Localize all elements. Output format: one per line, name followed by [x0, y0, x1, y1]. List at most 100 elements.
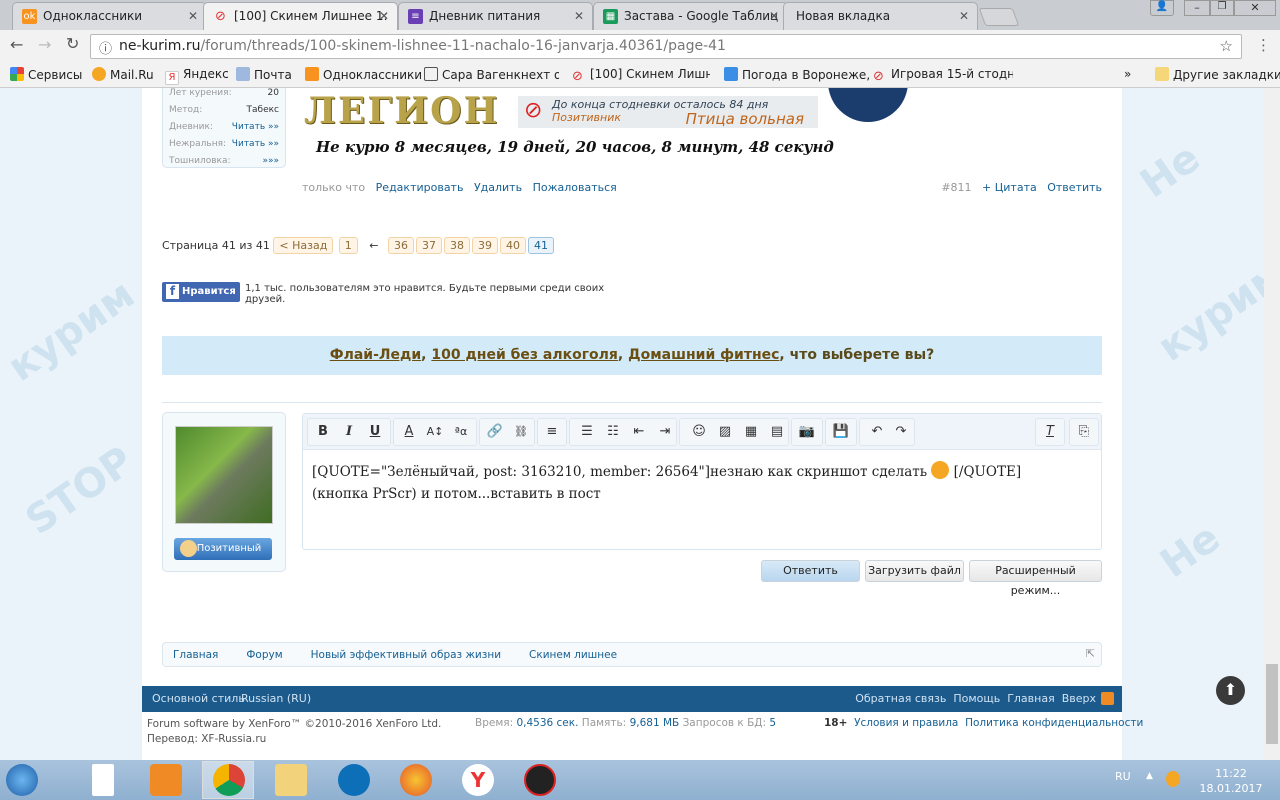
italic-icon[interactable]: I	[337, 420, 361, 444]
page-skip[interactable]: ←	[369, 239, 378, 252]
close-tab-icon[interactable]: ✕	[188, 9, 198, 23]
save-draft-icon[interactable]: 💾	[829, 420, 853, 444]
breadcrumb-forum[interactable]: Форум	[246, 649, 282, 661]
scrollbar-thumb[interactable]	[1266, 664, 1278, 744]
image-icon[interactable]: ▨	[713, 420, 737, 444]
language-chooser[interactable]: Russian (RU)	[241, 692, 311, 705]
bookmark-yandex[interactable]: Я Яндекс	[165, 67, 229, 85]
tab-dnevnik[interactable]: ≡ Дневник питания ✕	[398, 2, 593, 30]
scroll-to-top-button[interactable]: ⬆	[1216, 676, 1245, 705]
forward-icon[interactable]: →	[38, 35, 51, 54]
submit-reply-button[interactable]: Ответить	[761, 560, 860, 582]
avatar[interactable]	[175, 426, 273, 524]
clear-formatting-icon[interactable]: T	[1038, 420, 1062, 444]
terms-link[interactable]: Условия и правила	[854, 717, 958, 729]
toggle-bbcode-icon[interactable]: ⎘	[1072, 420, 1096, 444]
bookmark-odnoklassniki[interactable]: Одноклассники	[305, 67, 422, 82]
nezhralnya-link[interactable]: Читать »»	[232, 139, 279, 156]
help-link[interactable]: Помощь	[953, 692, 1000, 705]
promo-link-no-alcohol[interactable]: 100 дней без алкоголя	[431, 347, 618, 363]
media-icon[interactable]: ▦	[739, 420, 763, 444]
reply-link[interactable]: Ответить	[1047, 181, 1102, 194]
address-bar[interactable]: ⓘ ne-kurim.ru/forum/threads/100-skinem-l…	[90, 34, 1242, 59]
scrollbar[interactable]	[1264, 88, 1280, 760]
outdent-icon[interactable]: ⇤	[627, 420, 651, 444]
bookmark-mailru[interactable]: Mail.Ru	[92, 67, 154, 82]
numbered-list-icon[interactable]: ☷	[601, 420, 625, 444]
bookmark-sara[interactable]: Сара Вагенкнехт опя	[424, 67, 559, 82]
undo-icon[interactable]: ↶	[865, 420, 889, 444]
profile-icon[interactable]: 👤	[1150, 0, 1174, 16]
report-link[interactable]: Пожаловаться	[533, 181, 617, 194]
edit-link[interactable]: Редактировать	[376, 181, 464, 194]
bookmark-services[interactable]: Сервисы	[10, 67, 82, 82]
close-tab-icon[interactable]: ✕	[959, 9, 969, 23]
start-button[interactable]	[6, 764, 38, 796]
ccleaner-icon[interactable]	[338, 764, 370, 796]
other-bookmarks[interactable]: Другие закладки	[1155, 67, 1280, 82]
promo-link-fitness[interactable]: Домашний фитнес	[628, 347, 779, 363]
clock[interactable]: 11:22 18.01.2017	[1196, 766, 1266, 796]
spoiler-icon[interactable]: ▤	[765, 420, 789, 444]
explorer-icon[interactable]	[275, 764, 307, 796]
page-button[interactable]: 37	[416, 237, 443, 254]
tray-app-icon[interactable]	[1166, 771, 1180, 787]
bookmark-skinem[interactable]: ⊘ [100] Скинем Лишне	[572, 67, 710, 83]
indent-icon[interactable]: ⇥	[653, 420, 677, 444]
editor-textarea[interactable]: [QUOTE="Зелёныйчай, post: 3163210, membe…	[312, 461, 1092, 505]
star-icon[interactable]: ☆	[1220, 37, 1233, 55]
home-link[interactable]: Главная	[1007, 692, 1055, 705]
reload-icon[interactable]: ↻	[66, 34, 79, 53]
post-number[interactable]: #811	[941, 181, 971, 194]
new-tab-button[interactable]	[978, 8, 1020, 26]
page-button[interactable]: 36	[388, 237, 415, 254]
file-icon[interactable]	[92, 764, 114, 796]
close-window-button[interactable]: ✕	[1234, 0, 1276, 16]
promo-link-fly-lady[interactable]: Флай-Леди	[330, 347, 421, 363]
font-size-icon[interactable]: A↕	[423, 420, 447, 444]
page-button[interactable]: 39	[472, 237, 499, 254]
breadcrumb-category[interactable]: Новый эффективный образ жизни	[311, 649, 501, 661]
camera-icon[interactable]: 📷	[795, 420, 819, 444]
chrome-taskbar-active[interactable]	[202, 761, 254, 799]
facebook-like-button[interactable]: f Нравится	[162, 282, 240, 302]
quote-link[interactable]: + Цитата	[982, 181, 1037, 194]
breadcrumb-thread[interactable]: Скинем лишнее	[529, 649, 617, 661]
bullet-list-icon[interactable]: ☰	[575, 420, 599, 444]
upload-file-button[interactable]: Загрузить файл	[865, 560, 964, 582]
bookmark-igrovaya[interactable]: ⊘ Игровая 15-й стодне	[873, 67, 1013, 83]
underline-icon[interactable]: U	[363, 420, 387, 444]
smiley-icon[interactable]: ☺	[687, 420, 711, 444]
tray-expand-icon[interactable]: ▲	[1146, 771, 1153, 781]
media-player-icon[interactable]	[150, 764, 182, 796]
restore-button[interactable]: ❐	[1210, 0, 1234, 16]
diary-link[interactable]: Читать »»	[232, 122, 279, 139]
breadcrumb-home[interactable]: Главная	[173, 649, 218, 661]
link-icon[interactable]: 🔗	[483, 420, 507, 444]
jump-icon[interactable]: ⇱	[1086, 647, 1095, 660]
bookmark-weather[interactable]: Погода в Воронеже,	[724, 67, 870, 82]
unlink-icon[interactable]: ⛓	[509, 420, 533, 444]
page-1-button[interactable]: 1	[338, 237, 358, 254]
privacy-link[interactable]: Политика конфиденциальности	[965, 717, 1143, 729]
back-icon[interactable]: ←	[10, 35, 23, 54]
font-family-icon[interactable]: ªα	[449, 420, 473, 444]
close-tab-icon[interactable]: ✕	[574, 9, 584, 23]
text-color-icon[interactable]: A	[397, 420, 421, 444]
feedback-link[interactable]: Обратная связь	[855, 692, 946, 705]
rss-icon[interactable]	[1101, 692, 1114, 705]
language-indicator[interactable]: RU	[1115, 770, 1131, 783]
close-tab-icon[interactable]: ✕	[379, 9, 389, 23]
style-chooser[interactable]: Основной стиль	[152, 692, 245, 705]
toshnilovka-link[interactable]: »»»	[262, 156, 279, 173]
align-icon[interactable]: ≡	[540, 420, 564, 444]
tab-new[interactable]: Новая вкладка ✕	[783, 2, 978, 30]
current-page[interactable]: 41	[528, 237, 555, 254]
minimize-button[interactable]: –	[1184, 0, 1210, 16]
page-button[interactable]: 38	[444, 237, 471, 254]
tab-skinem-lishnee[interactable]: ⊘ [100] Скинем Лишнее 1: ✕	[203, 2, 398, 30]
more-bookmarks-button[interactable]: »	[1124, 67, 1131, 81]
delete-link[interactable]: Удалить	[474, 181, 522, 194]
yandex-browser-icon[interactable]: Y	[462, 764, 494, 796]
bold-icon[interactable]: B	[311, 420, 335, 444]
